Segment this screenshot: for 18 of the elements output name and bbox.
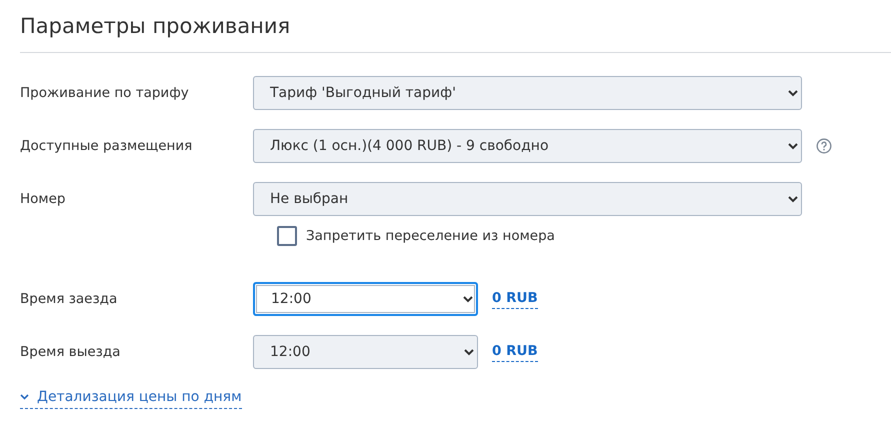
field-label: Время заезда <box>19 290 118 310</box>
price-link[interactable]: 0 RUB <box>492 343 538 362</box>
select-field[interactable]: Люкс (1 осн.)(4 000 RUB) - 9 свободно <box>253 129 802 164</box>
checkbox-label: Запретить переселение из номера <box>306 227 555 246</box>
select-field[interactable]: Не выбран <box>253 182 802 216</box>
checkbox[interactable] <box>277 226 297 246</box>
field-label: Время выезда <box>19 343 122 362</box>
select-field[interactable]: 12:00 <box>253 335 478 370</box>
field-label: Проживание по тарифу <box>19 84 190 104</box>
chevron-icon <box>20 394 29 400</box>
select-field[interactable]: 12:00 <box>253 282 478 316</box>
section-title: Параметры проживания <box>20 14 292 40</box>
field-label: Доступные размещения <box>19 137 194 156</box>
select-field[interactable]: Тариф 'Выгодный тариф' <box>253 76 802 110</box>
help-icon[interactable] <box>816 138 832 154</box>
price-link[interactable]: 0 RUB <box>492 290 538 309</box>
details-link[interactable]: Детализация цены по дням <box>20 386 242 409</box>
field-label: Номер <box>19 190 66 210</box>
